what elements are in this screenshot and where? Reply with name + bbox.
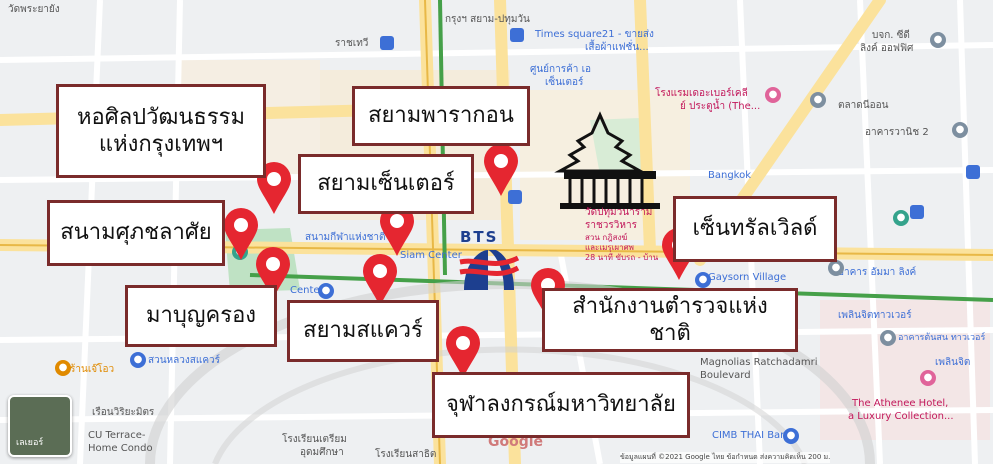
label-siam-center: สยามเซ็นเตอร์ <box>298 154 474 214</box>
basemap-label: ราชเทวี <box>335 38 369 49</box>
hotel-icon[interactable]: ● <box>920 370 936 386</box>
label-chulalongkorn-university: จุฬาลงกรณ์มหาวิทยาลัย <box>432 372 690 438</box>
map-attribution: ข้อมูลแผนที่ ©2021 Google ไทย ข้อกำหนด ส… <box>620 452 831 463</box>
svg-text:BTS: BTS <box>460 228 498 246</box>
layers-label: เลเยอร์ <box>16 438 44 448</box>
label-supachalasai-stadium: สนามศุภชลาศัย <box>47 200 225 266</box>
basemap-label: ลิงค์ ออฟฟิศ <box>860 43 914 54</box>
bts-station-icon <box>510 28 524 42</box>
label-siam-square: สยามสแควร์ <box>287 300 439 362</box>
basemap-label: Home Condo <box>88 443 153 454</box>
basemap-label: สนามกีฬาแห่งชาติ <box>305 232 386 243</box>
basemap-label: The Athenee Hotel, <box>852 398 949 409</box>
basemap-label: Magnolias Ratchadamri <box>700 357 818 368</box>
basemap-label: วัดพระยายัง <box>8 4 60 15</box>
label-art-centre: หอศิลปวัฒนธรรม แห่งกรุงเทพฯ <box>56 84 266 178</box>
layers-button[interactable]: เลเยอร์ <box>8 395 72 457</box>
basemap-label: เพลินจิตทาวเวอร์ <box>838 310 912 321</box>
basemap-label: CU Terrace- <box>88 430 146 441</box>
restaurant-icon[interactable]: ● <box>55 360 71 376</box>
poi-marker-icon[interactable]: ● <box>810 92 826 108</box>
basemap-label: ย์ ประตูน้ำ (The... <box>680 101 761 112</box>
basemap-label: อาคาร อัมมา ลิงค์ <box>838 267 917 278</box>
bank-icon[interactable]: ● <box>783 428 799 444</box>
basemap-label: อุดมศึกษา <box>300 447 344 458</box>
label-central-world: เซ็นทรัลเวิลด์ <box>673 196 837 262</box>
shopping-icon[interactable]: ● <box>318 283 334 299</box>
basemap-label: กรุงฯ สยาม-ปทุมวัน <box>445 14 530 25</box>
location-pin-icon[interactable] <box>480 142 522 198</box>
bts-station-icon <box>910 205 924 219</box>
basemap-label: เรือนวิริยะมิตร <box>92 407 155 418</box>
poi-marker-icon[interactable]: ● <box>893 210 909 226</box>
poi-marker-icon[interactable]: ● <box>828 260 844 276</box>
hotel-icon[interactable]: ● <box>765 87 781 103</box>
basemap-label: CIMB THAI Bank <box>712 430 793 441</box>
bts-station-icon <box>380 36 394 50</box>
label-mbk: มาบุญครอง <box>125 285 277 347</box>
poi-marker-icon[interactable]: ● <box>952 122 968 138</box>
basemap-label: ตลาดนีออน <box>838 100 889 111</box>
basemap-label: สวนหลวงสแควร์ <box>148 355 220 366</box>
basemap-label: เซ็นเตอร์ <box>545 77 584 88</box>
label-siam-paragon: สยามพารากอน <box>352 86 530 146</box>
basemap-label: 28 นาที ขับรถ - บ้าน <box>585 253 659 262</box>
poi-marker-icon[interactable]: ● <box>930 32 946 48</box>
basemap-label: Boulevard <box>700 370 751 381</box>
basemap-label: Bangkok <box>708 170 752 181</box>
basemap-label: a Luxury Collection... <box>848 411 954 422</box>
basemap-label: ร้านเจ๊โอว <box>70 364 115 375</box>
basemap-label: เสื้อผ้าแฟชั่น... <box>585 42 649 53</box>
basemap-label: อาคารวานิช 2 <box>865 127 929 138</box>
shopping-icon[interactable]: ● <box>130 352 146 368</box>
map[interactable]: BTS วัดพระยายัง กรุงฯ สยาม-ปทุมวัน ราชเท… <box>0 0 993 464</box>
poi-marker-icon[interactable]: ● <box>880 330 896 346</box>
basemap-label: โรงเรียนสาธิต <box>375 449 437 460</box>
bts-station-icon <box>966 165 980 179</box>
label-police-headquarters: สำนักงานตำรวจแห่งชาติ <box>542 288 798 352</box>
basemap-label: เพลินจิต <box>935 357 971 368</box>
basemap-label: Gaysorn Village <box>708 272 787 283</box>
basemap-label: อาคารต้นสน ทาวเวอร์ <box>898 333 986 343</box>
